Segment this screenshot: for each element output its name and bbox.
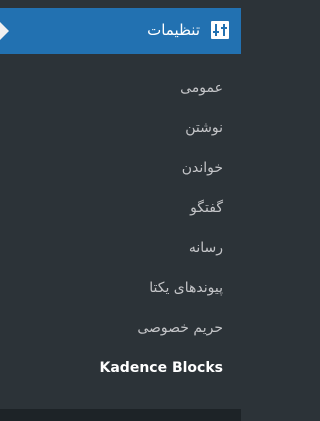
menu-bottom-divider [0, 409, 241, 421]
settings-menu-header[interactable]: تنظیمات [0, 8, 241, 54]
submenu-item-general[interactable]: عمومی [180, 76, 223, 100]
submenu-item-kadence-blocks[interactable]: Kadence Blocks [100, 356, 223, 380]
settings-menu-title: تنظیمات [147, 21, 200, 39]
settings-submenu: عمومی نوشتن خواندن گفتگو رسانه پیوندهای … [0, 54, 241, 409]
submenu-item-writing[interactable]: نوشتن [185, 116, 223, 140]
submenu-item-permalinks[interactable]: پیوندهای یکتا [149, 276, 223, 300]
submenu-item-discussion[interactable]: گفتگو [190, 196, 223, 220]
submenu-item-privacy[interactable]: حریم خصوصی [137, 316, 223, 340]
submenu-item-media[interactable]: رسانه [189, 236, 223, 260]
submenu-item-reading[interactable]: خواندن [182, 156, 223, 180]
settings-admin-menu: تنظیمات عمومی نوشتن خواندن گفتگو رسانه پ… [0, 0, 241, 421]
settings-sliders-icon [211, 21, 229, 39]
current-menu-arrow [0, 22, 9, 40]
